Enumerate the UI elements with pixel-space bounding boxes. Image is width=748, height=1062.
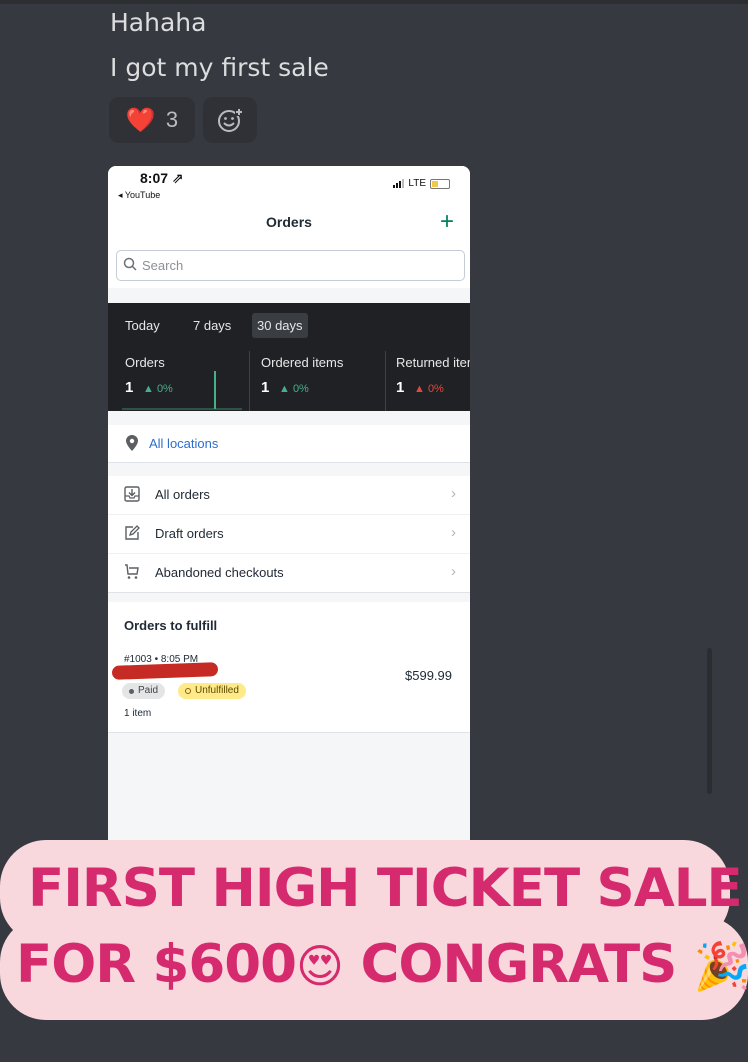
chat-message: I got my first sale [110, 53, 329, 82]
menu-item-label: All orders [155, 487, 210, 502]
menu-item-label: Draft orders [155, 526, 224, 541]
network-label: LTE [408, 178, 426, 189]
stat-change-ordered-items: ▲ 0% [279, 383, 309, 395]
orders-menu: All orders › Draft orders › Abandoned ch… [108, 476, 470, 593]
stat-change-returned-items: ▲ 0% [414, 383, 444, 395]
divider [385, 351, 386, 411]
signal-icon [393, 179, 405, 188]
stat-value-ordered-items: 1 [261, 379, 270, 396]
phone-screenshot: 8:07 ⇗ ◂ YouTube LTE Orders + Search Tod… [108, 166, 470, 842]
order-price: $599.99 [405, 668, 452, 683]
chevron-right-icon: › [451, 563, 456, 580]
stat-value-returned-items: 1 [396, 379, 405, 396]
scrollbar[interactable] [707, 648, 712, 794]
sparkline [214, 371, 216, 409]
heart-eyes-emoji-icon: 😍 [296, 939, 344, 993]
edit-icon [125, 525, 140, 540]
chevron-right-icon: › [451, 485, 456, 502]
all-locations-button[interactable]: All locations [108, 425, 470, 463]
stat-label-orders: Orders [125, 355, 165, 370]
divider [249, 351, 250, 411]
tab-today[interactable]: Today [120, 313, 165, 338]
menu-item-draft-orders[interactable]: Draft orders › [108, 515, 470, 554]
search-placeholder: Search [142, 258, 184, 273]
search-input[interactable]: Search [116, 250, 465, 281]
status-time: 8:07 ⇗ [140, 170, 184, 186]
back-to-app-link[interactable]: ◂ YouTube [118, 190, 160, 201]
item-count: 1 item [124, 708, 152, 719]
stat-label-returned-items: Returned items [396, 355, 470, 370]
caption-line-2: FOR $600😍 CONGRATS 🎉 [16, 934, 748, 995]
orders-to-fulfill-card: Orders to fulfill #1003 • 8:05 PM $599.9… [108, 602, 470, 733]
tab-30-days[interactable]: 30 days [252, 313, 308, 338]
stat-label-ordered-items: Ordered items [261, 355, 344, 370]
tab-7-days[interactable]: 7 days [188, 313, 236, 338]
payment-status-badge: Paid [122, 683, 166, 699]
caption-line-1: FIRST HIGH TICKET SALE [28, 858, 743, 919]
top-border [0, 0, 748, 4]
heart-reaction-button[interactable]: ❤️ 3 [109, 97, 195, 143]
caption-text: FOR $600 [16, 934, 297, 995]
party-popper-emoji-icon: 🎉 [693, 939, 748, 993]
menu-item-label: Abandoned checkouts [155, 565, 284, 580]
reaction-count: 3 [165, 107, 179, 132]
add-reaction-button[interactable] [203, 97, 257, 143]
menu-item-abandoned-checkouts[interactable]: Abandoned checkouts › [108, 554, 470, 592]
sparkline-baseline [122, 408, 242, 410]
search-icon [123, 257, 137, 271]
section-title: Orders to fulfill [124, 618, 218, 633]
stat-change-orders: ▲ 0% [143, 383, 173, 395]
dot-icon [129, 688, 134, 694]
caption-text: CONGRATS [343, 934, 694, 995]
heart-emoji-icon: ❤️ [125, 106, 156, 134]
location-pin-icon [126, 435, 138, 451]
cart-icon [125, 564, 139, 579]
ring-icon [185, 688, 191, 694]
analytics-panel: Today 7 days 30 days Orders 1 ▲ 0% Order… [108, 303, 470, 411]
badge-label: Unfulfilled [195, 685, 239, 696]
chat-message: Hahaha [110, 8, 207, 37]
inbox-icon [124, 486, 140, 502]
add-order-button[interactable]: + [440, 208, 454, 236]
all-locations-label: All locations [149, 436, 219, 451]
chevron-right-icon: › [451, 524, 456, 541]
badge-label: Paid [138, 685, 159, 696]
menu-item-all-orders[interactable]: All orders › [108, 476, 470, 515]
stat-value-orders: 1 [125, 379, 134, 396]
status-icons: LTE [393, 178, 450, 189]
fulfillment-status-badge: Unfulfilled [178, 683, 246, 699]
add-reaction-icon [218, 108, 243, 132]
redaction-scribble [111, 662, 219, 680]
battery-icon [430, 178, 450, 189]
page-title: Orders [266, 214, 312, 230]
